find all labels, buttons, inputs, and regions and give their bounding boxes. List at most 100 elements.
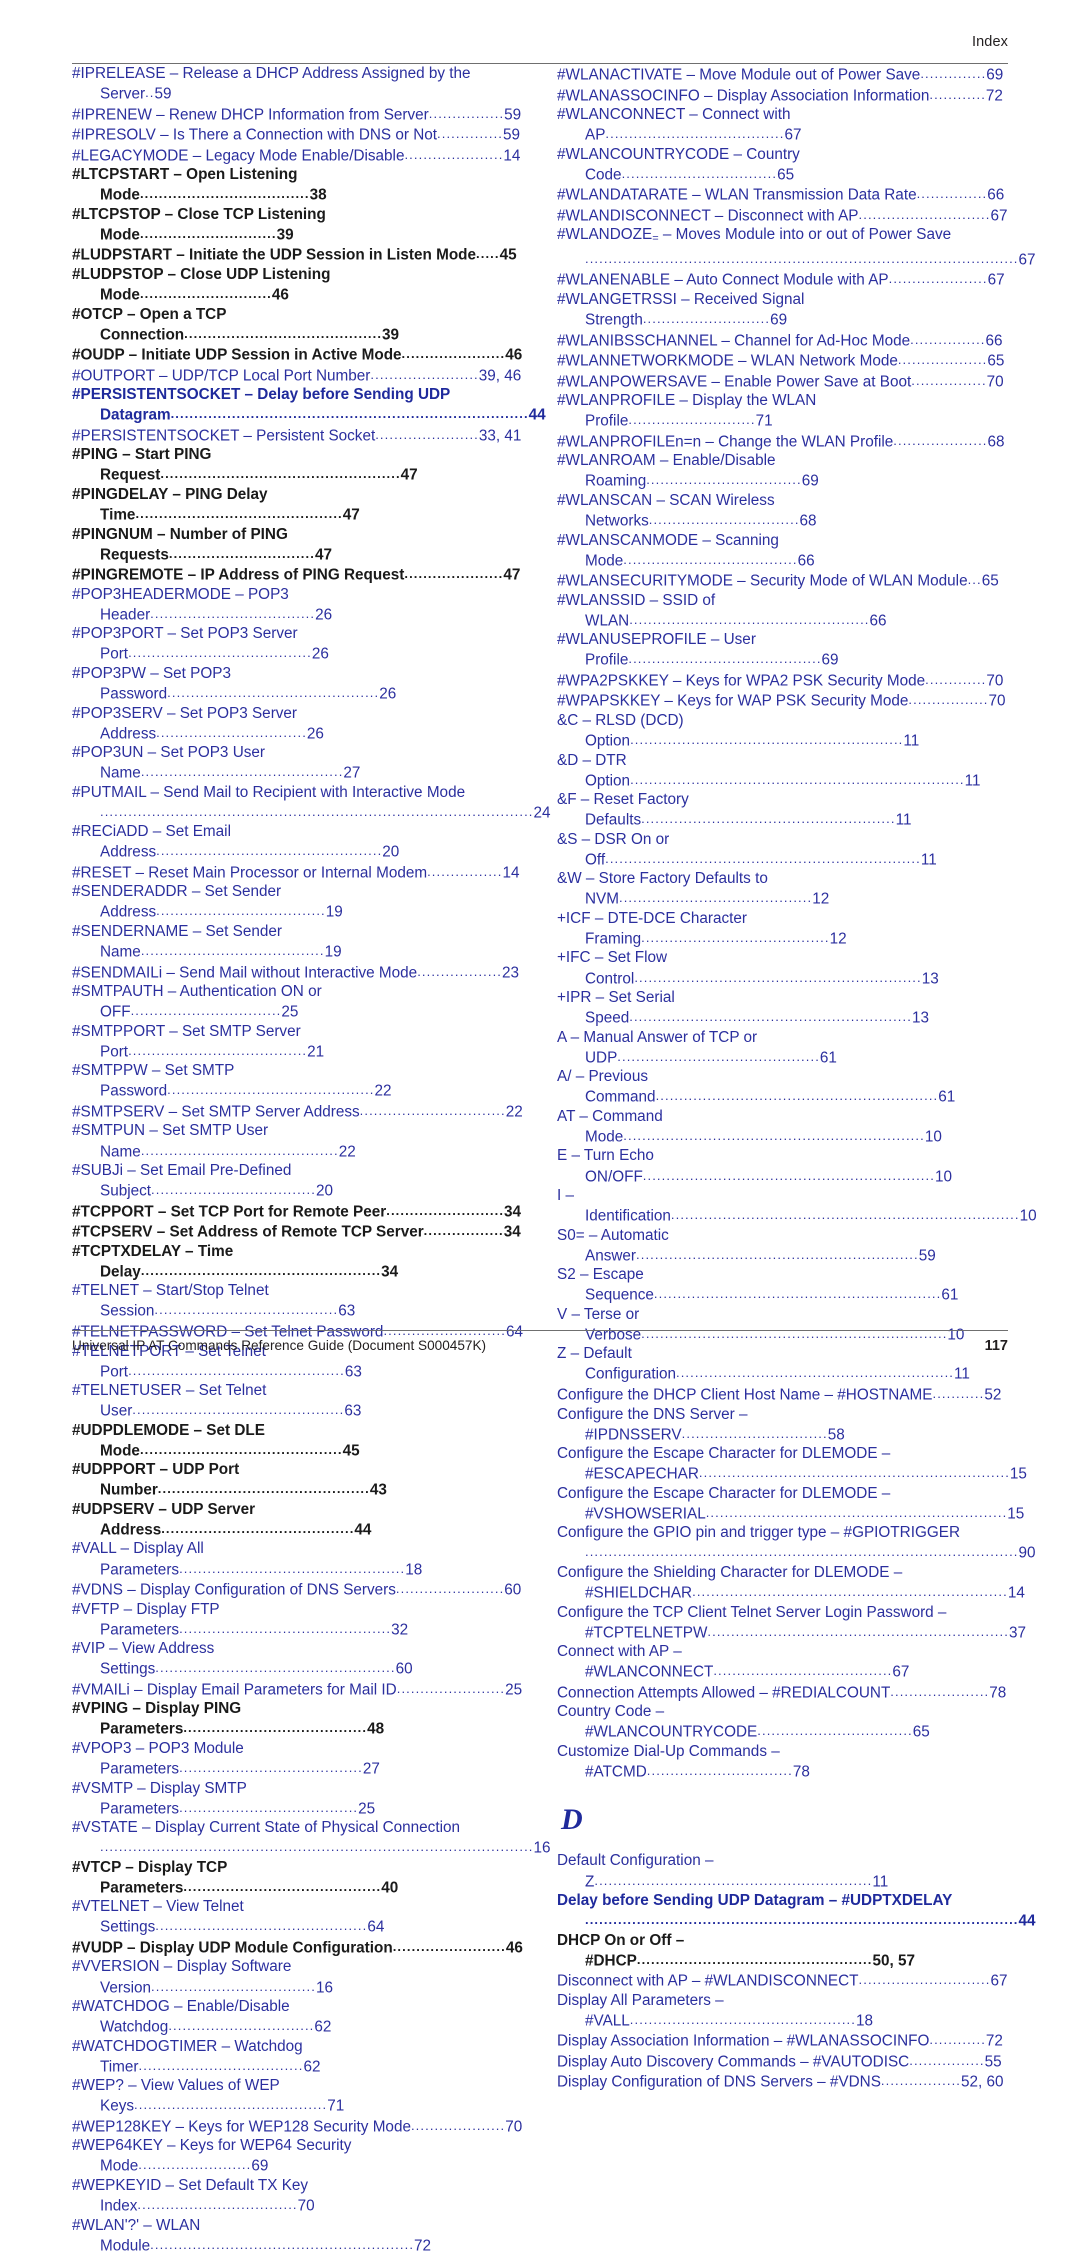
index-entry-label: #LUDPSTART – Initiate the UDP Session in… <box>72 246 477 264</box>
index-entry-page: 70 <box>505 2118 523 2136</box>
index-entry: &C – RLSD (DCD) Option..................… <box>557 711 1008 751</box>
leader-dots: ............ <box>929 86 986 102</box>
index-entry-page: 20 <box>382 843 400 861</box>
index-entry: #OUDP – Initiate UDP Session in Active M… <box>72 344 523 365</box>
index-entry-label: #WLANDISCONNECT – Disconnect with AP <box>557 207 859 225</box>
index-entry: #LUDPSTOP – Close UDP Listening Mode....… <box>72 265 523 305</box>
index-entry: &W – Store Factory Defaults to NVM......… <box>557 869 1008 909</box>
leader-dots: ........................................… <box>150 2236 415 2252</box>
leader-dots: ..... <box>476 246 500 262</box>
index-entry-page: 67 <box>892 1663 910 1681</box>
index-entry-label: #VMAILi – Display Email Parameters for M… <box>72 1681 397 1699</box>
index-entry: #UDPSERV – UDP Server Address...........… <box>72 1500 523 1540</box>
leader-dots: ........................................… <box>636 1246 919 1262</box>
leader-dots: ...................................... <box>605 126 785 142</box>
index-entry-label: Configure the GPIO pin and trigger type … <box>557 1524 960 1542</box>
leader-dots: ........................................… <box>156 843 383 859</box>
leader-dots: .............. <box>920 66 987 81</box>
index-entry: #WLANENABLE – Auto Connect Module with A… <box>557 269 1008 290</box>
index-entry: S2 – Escape Sequence....................… <box>557 1265 1008 1305</box>
index-entry: #VVERSION – Display Software Version....… <box>72 1957 523 1997</box>
index-entry: &D – DTR Option.........................… <box>557 751 1008 791</box>
index-entry-label: #VUDP – Display UDP Module Configuration <box>72 1939 393 1957</box>
leader-dots: ........................................… <box>642 1167 935 1183</box>
index-entry: AT – Command Mode.......................… <box>557 1107 1008 1147</box>
leader-dots: ..................................... <box>623 551 798 567</box>
index-entry-page: 48 <box>367 1720 385 1738</box>
index-entry-page: 63 <box>338 1302 356 1320</box>
index-entry: #WLANPROFILE – Display the WLAN Profile.… <box>557 391 1008 431</box>
index-entry-label: Connect with AP – #WLANCONNECT <box>557 1643 714 1681</box>
index-entry-page: 12 <box>812 890 830 908</box>
index-entry-page: 69 <box>770 311 788 329</box>
index-entry: #IPRENEW – Renew DHCP Information from S… <box>72 104 523 125</box>
index-entry: Display All Parameters – #VALL..........… <box>557 1991 1008 2031</box>
leader-dots: ........................................… <box>629 611 870 627</box>
leader-dots: ........................................… <box>179 1620 392 1636</box>
index-entry-label: E – Turn Echo ON/OFF <box>557 1147 654 1185</box>
index-entry: #SENDERNAME – Set Sender Name...........… <box>72 922 523 962</box>
index-entry: #SMTPAUTH – Authentication ON or OFF....… <box>72 982 523 1022</box>
index-entry: #VUDP – Display UDP Module Configuration… <box>72 1937 523 1958</box>
index-entry: #TELNET – Start/Stop Telnet Session.....… <box>72 1281 523 1321</box>
index-entry: Configure the DHCP Client Host Name – #H… <box>557 1384 1008 1405</box>
index-entry-page: 47 <box>400 466 418 484</box>
index-entry-label: Configure the DHCP Client Host Name – #H… <box>557 1386 933 1404</box>
index-entry: #UDPPORT – UDP Port Number..............… <box>72 1460 523 1500</box>
index-entry: #VIP – View Address Settings............… <box>72 1639 523 1679</box>
index-entry-page: 22 <box>505 1103 523 1121</box>
index-entry-label: #WLANPROFILEn=n – Change the WLAN Profil… <box>557 433 894 451</box>
index-entry: #VTCP – Display TCP Parameters..........… <box>72 1858 523 1898</box>
index-entry-page: 24 <box>533 804 551 822</box>
index-entry: Delay before Sending UDP Datagram – #UDP… <box>557 1891 1036 1931</box>
leader-dots: ........................... <box>642 310 771 326</box>
index-entry-page: 39, 46 <box>478 367 522 385</box>
index-entry: #VALL – Display All Parameters..........… <box>72 1539 523 1579</box>
leader-dots: ...................................... <box>179 1799 359 1815</box>
leader-dots: ...................... <box>375 426 479 442</box>
index-entry-label: S2 – Escape Sequence <box>557 1266 654 1304</box>
index-entry-label: #RESET – Reset Main Processor or Interna… <box>72 864 428 882</box>
index-entry-label: Display Configuration of DNS Servers – #… <box>557 2073 881 2091</box>
index-entry-page: 18 <box>855 2012 873 2030</box>
index-entry-label: #TCPPORT – Set TCP Port for Remote Peer <box>72 1203 387 1221</box>
index-entry: #WLANASSOCINFO – Display Association Inf… <box>557 85 1008 106</box>
leader-dots: .............. <box>437 126 503 142</box>
index-entry-page: 10 <box>924 1128 942 1146</box>
leader-dots: .................................... <box>156 903 326 919</box>
leader-dots: ........................................… <box>140 1262 382 1278</box>
index-entry-page: 70 <box>988 692 1006 710</box>
index-entry-label: #OUDP – Initiate UDP Session in Active M… <box>72 346 402 364</box>
index-entry-label: Display Association Information – #WLANA… <box>557 2032 930 2050</box>
index-entry: #TCPTXDELAY – Time Delay................… <box>72 1242 523 1282</box>
index-entry-page: 78 <box>989 1684 1007 1702</box>
index-entry: #RECiADD – Set Email Address............… <box>72 822 523 862</box>
index-entry: #SMTPUN – Set SMTP User Name............… <box>72 1121 523 1161</box>
index-entry-page: 59 <box>154 85 172 103</box>
index-entry-page: 11 <box>903 732 920 750</box>
index-entry: #WLANROAM – Enable/Disable Roaming......… <box>557 451 1008 491</box>
index-entry-page: 71 <box>327 2097 345 2115</box>
index-entry-page: 44 <box>1018 1912 1036 1930</box>
leader-dots: ........................................… <box>707 1623 1009 1639</box>
leader-dots: ........................ <box>392 1938 506 1954</box>
leader-dots: ................................ <box>648 511 800 527</box>
index-entry-page: 90 <box>1018 1544 1036 1562</box>
leader-dots: ....................................... <box>154 1302 339 1318</box>
leader-dots: ................................ <box>156 724 307 740</box>
leader-dots: ........................................… <box>629 1009 912 1025</box>
index-entry-page: 11 <box>872 1873 889 1890</box>
leader-dots: ................................... <box>151 1182 316 1198</box>
leader-dots: ............... <box>916 186 988 202</box>
index-entry-page: 52, 60 <box>961 2073 1004 2091</box>
index-entry-page: 62 <box>303 2058 321 2076</box>
index-entry-page: 11 <box>964 772 981 790</box>
index-page: Index #IPRELEASE – Release a DHCP Addres… <box>0 0 1080 2254</box>
page-header: Index <box>72 34 1008 64</box>
index-entry-page: 67 <box>1018 251 1036 269</box>
leader-dots: ................................. <box>646 472 802 488</box>
index-columns: #IPRELEASE – Release a DHCP Address Assi… <box>72 64 1037 2254</box>
index-entry-label: #OUTPORT – UDP/TCP Local Port Number <box>72 367 371 385</box>
index-entry-label: #WLANDOZE= – Moves Module into or out of… <box>557 226 952 245</box>
leader-dots: ........................................… <box>134 2097 328 2113</box>
